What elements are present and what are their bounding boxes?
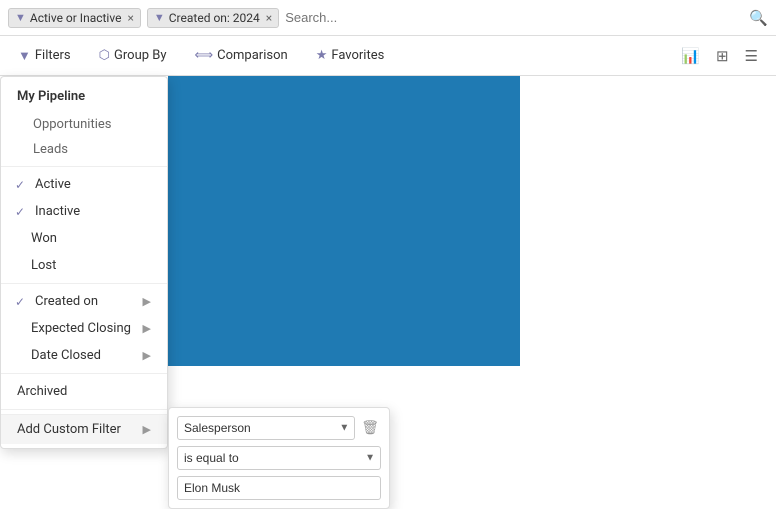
field-select[interactable]: Salesperson [177,416,355,440]
expected-closing-arrow-icon: ▶ [143,322,151,335]
created-on-label: Created on [35,294,98,309]
filter-tag-created-on[interactable]: ▼ Created on: 2024 × [147,8,279,28]
my-pipeline-item[interactable]: My Pipeline [1,81,167,112]
divider-3 [1,373,167,374]
archived-label: Archived [17,384,67,399]
won-label: Won [31,231,57,246]
filter-tag-active-inactive[interactable]: ▼ Active or Inactive × [8,8,141,28]
search-input[interactable] [285,10,743,25]
comparison-icon: ⟺ [195,48,214,63]
favorites-label: Favorites [331,48,384,63]
main-content: My Pipeline Opportunities Leads ✓ Active… [0,76,776,509]
custom-filter-field-row: Salesperson ▼ 🗑 [177,416,381,440]
filters-label: Filters [35,48,71,63]
opportunities-item[interactable]: Opportunities [1,112,167,137]
grid-view-button[interactable]: ⊞ [710,44,735,68]
inactive-label: Inactive [35,204,80,219]
group-by-button[interactable]: ⬡ Group By [93,44,173,67]
list-view-button[interactable]: ☰ [739,44,764,68]
favorites-button[interactable]: ★ Favorites [310,44,391,67]
active-check-icon: ✓ [15,178,29,192]
filter-tag-1-label: Active or Inactive [30,11,122,25]
filter-icon: ▼ [18,48,31,64]
my-pipeline-label: My Pipeline [17,89,85,104]
archived-filter-item[interactable]: Archived [1,378,167,405]
date-closed-arrow-icon: ▶ [143,349,151,362]
filters-button[interactable]: ▼ Filters [12,44,77,68]
created-on-arrow-icon: ▶ [143,295,151,308]
star-icon: ★ [316,48,328,63]
funnel-icon-2: ▼ [154,11,165,24]
custom-filter-operator-row: is equal to ▼ [177,446,381,470]
opportunities-label: Opportunities [33,117,111,132]
custom-filter-popup: Salesperson ▼ 🗑 is equal to ▼ [168,407,390,509]
filter-tag-1-close[interactable]: × [127,11,133,25]
created-on-filter-item[interactable]: ✓ Created on ▶ [1,288,167,315]
created-on-check-icon: ✓ [15,295,29,309]
filter-value-input[interactable] [177,476,381,500]
leads-item[interactable]: Leads [1,137,167,162]
add-custom-filter-button[interactable]: Add Custom Filter ▶ [1,414,167,444]
won-filter-item[interactable]: Won [1,225,167,252]
lost-label: Lost [31,258,56,273]
toolbar: ▼ Filters ⬡ Group By ⟺ Comparison ★ Favo… [0,36,776,76]
filter-tag-2-close[interactable]: × [266,11,272,25]
bar-chart-view-button[interactable]: 📊 [675,44,706,68]
add-custom-filter-label: Add Custom Filter [17,422,121,437]
group-by-label: Group By [114,48,167,63]
add-custom-filter-arrow-icon: ▶ [143,423,151,436]
comparison-button[interactable]: ⟺ Comparison [189,44,294,67]
active-label: Active [35,177,71,192]
inactive-filter-item[interactable]: ✓ Inactive [1,198,167,225]
search-icon[interactable]: 🔍 [749,9,768,27]
comparison-label: Comparison [217,48,288,63]
view-switcher: 📊 ⊞ ☰ [675,44,764,68]
divider-4 [1,409,167,410]
operator-select-wrap: is equal to ▼ [177,446,381,470]
divider-2 [1,283,167,284]
filter-tag-2-label: Created on: 2024 [169,11,260,25]
funnel-icon-1: ▼ [15,11,26,24]
inactive-check-icon: ✓ [15,205,29,219]
active-filter-item[interactable]: ✓ Active [1,171,167,198]
search-bar: ▼ Active or Inactive × ▼ Created on: 202… [0,0,776,36]
expected-closing-item[interactable]: Expected Closing ▶ [1,315,167,342]
date-closed-item[interactable]: Date Closed ▶ [1,342,167,369]
leads-label: Leads [33,142,68,157]
operator-select[interactable]: is equal to [177,446,381,470]
filters-dropdown: My Pipeline Opportunities Leads ✓ Active… [0,76,168,449]
expected-closing-label: Expected Closing [31,321,131,336]
field-select-wrap: Salesperson ▼ [177,416,355,440]
content-area [168,76,520,366]
date-closed-label: Date Closed [31,348,101,363]
delete-filter-button[interactable]: 🗑 [359,418,381,438]
lost-filter-item[interactable]: Lost [1,252,167,279]
divider-1 [1,166,167,167]
group-by-icon: ⬡ [99,48,110,63]
